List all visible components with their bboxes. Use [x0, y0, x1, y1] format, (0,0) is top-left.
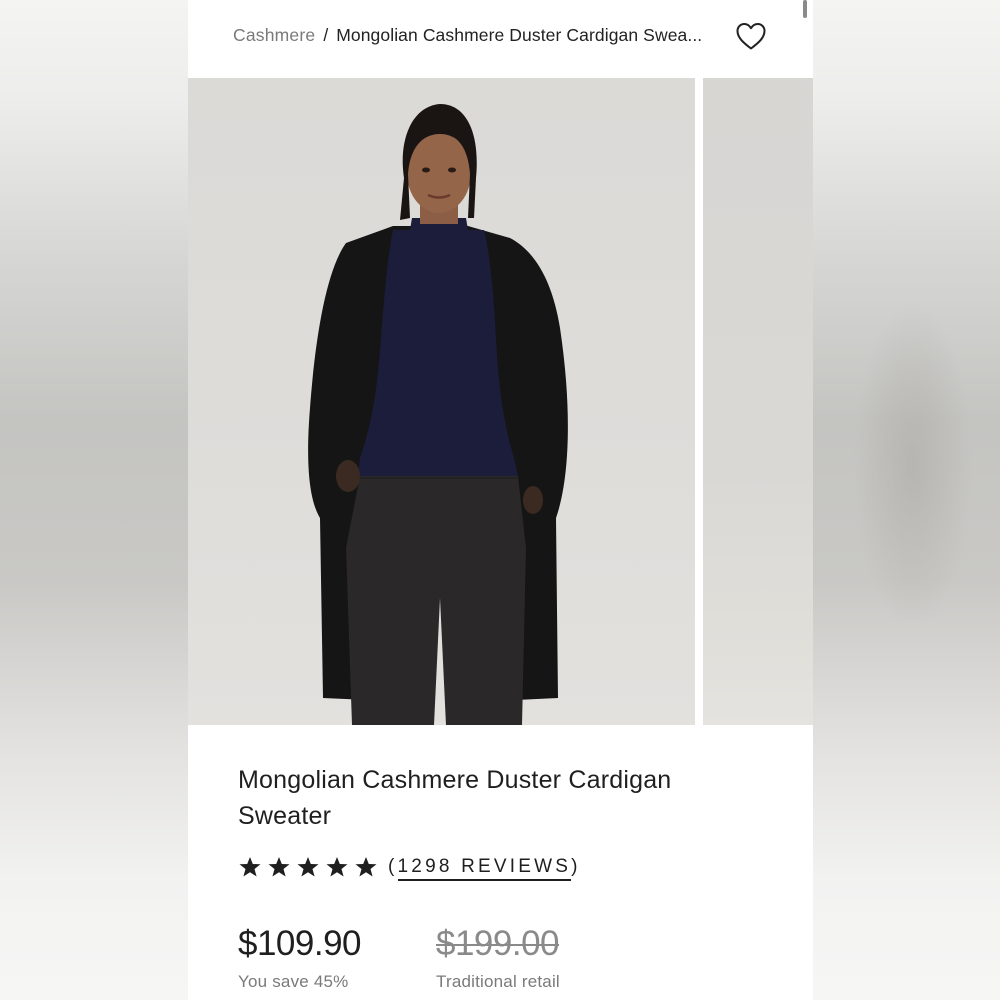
product-title-line-1: Mongolian Cashmere Duster Cardigan: [238, 766, 672, 794]
scroll-indicator: [803, 0, 807, 18]
star-icon: [326, 857, 348, 877]
star-icon: [297, 857, 319, 877]
breadcrumb-link-cashmere[interactable]: Cashmere: [233, 25, 315, 46]
rating-row: (1298 REVIEWS): [238, 856, 581, 881]
product-page: Cashmere / Mongolian Cashmere Duster Car…: [188, 0, 813, 1000]
star-icon: [268, 857, 290, 877]
star-rating: [238, 856, 378, 878]
product-info: Mongolian Cashmere Duster Cardigan Sweat…: [238, 762, 778, 991]
product-title: Mongolian Cashmere Duster Cardigan Sweat…: [238, 762, 778, 834]
reviews-close-paren: ): [571, 856, 581, 877]
product-image-main[interactable]: [188, 78, 695, 725]
reviews-count: (1298 REVIEWS): [388, 856, 581, 881]
star-icon: [355, 857, 377, 877]
breadcrumb-separator: /: [323, 24, 329, 45]
retail-label: Traditional retail: [436, 972, 560, 991]
wishlist-button[interactable]: [734, 20, 768, 52]
retail-price: $199.00: [436, 924, 560, 963]
image-gallery[interactable]: [188, 78, 813, 725]
savings-text: You save 45%: [238, 972, 349, 991]
top-bar: Cashmere / Mongolian Cashmere Duster Car…: [188, 0, 813, 78]
backdrop-right: [813, 0, 1000, 1000]
product-image-next[interactable]: [703, 78, 813, 725]
sale-price-block: $109.90 You save 45%: [238, 924, 362, 992]
breadcrumb-current-page: Mongolian Cashmere Duster Cardigan Swea.…: [336, 24, 703, 45]
breadcrumb: Cashmere / Mongolian Cashmere Duster Car…: [233, 22, 702, 48]
reviews-link[interactable]: 1298 REVIEWS: [397, 856, 572, 881]
backdrop-left: [0, 0, 188, 1000]
retail-price-block: $199.00 Traditional retail: [436, 924, 560, 992]
star-icon: [239, 857, 261, 877]
sale-price: $109.90: [238, 924, 362, 963]
reviews-open-paren: (: [388, 856, 398, 877]
model-photo: [308, 104, 568, 725]
heart-outline-icon: [736, 23, 766, 50]
product-title-line-2: Sweater: [238, 802, 332, 830]
